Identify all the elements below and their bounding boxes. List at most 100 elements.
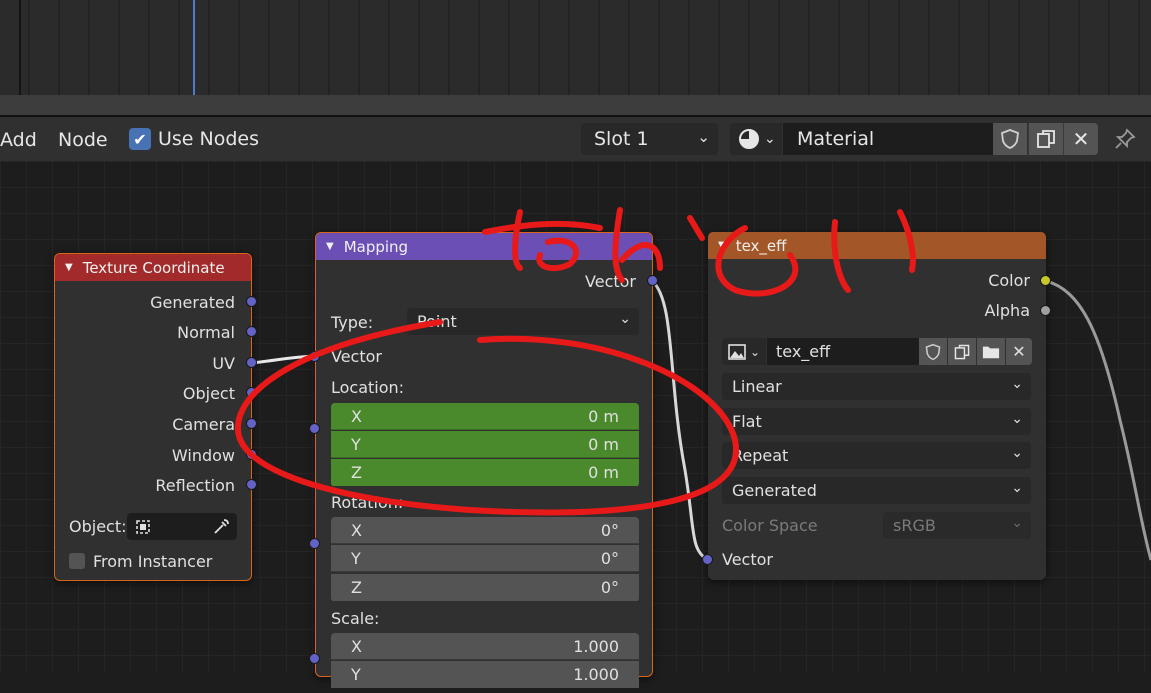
interpolation-value: Linear xyxy=(732,377,782,396)
socket-color-out[interactable] xyxy=(1040,275,1051,286)
color-space-value: sRGB xyxy=(893,516,936,535)
socket-scale-in[interactable] xyxy=(309,653,320,664)
socket-mapping-vector-out[interactable] xyxy=(647,275,658,286)
scale-y-field[interactable]: Y 1.000 xyxy=(331,661,639,688)
object-label: Object: xyxy=(69,517,127,536)
projection-dropdown[interactable]: Flat ⌄ xyxy=(722,408,1031,435)
duplicate-material-button[interactable] xyxy=(1028,123,1063,155)
collapse-triangle-icon[interactable]: ▼ xyxy=(326,241,334,252)
socket-camera[interactable] xyxy=(246,418,257,429)
object-field[interactable] xyxy=(127,513,237,540)
type-value: Point xyxy=(417,312,457,331)
axis-label: Y xyxy=(351,434,361,454)
socket-texture-vector-in[interactable] xyxy=(702,554,713,565)
location-x-value: 0 m xyxy=(588,406,619,426)
output-camera: Camera xyxy=(172,415,235,434)
from-instancer-checkbox[interactable] xyxy=(69,553,85,569)
socket-window[interactable] xyxy=(246,449,257,460)
socket-reflection[interactable] xyxy=(246,479,257,490)
use-nodes-label[interactable]: Use Nodes xyxy=(158,128,259,150)
close-icon: ✕ xyxy=(1072,127,1090,151)
rotation-x-field[interactable]: X 0° xyxy=(331,517,639,544)
color-space-dropdown: sRGB ⌄ xyxy=(883,512,1031,539)
from-instancer-label[interactable]: From Instancer xyxy=(93,552,212,571)
unlink-material-button[interactable]: ✕ xyxy=(1063,123,1098,155)
projection-value: Flat xyxy=(732,412,762,431)
chevron-down-icon: ⌄ xyxy=(1011,445,1023,461)
close-icon: ✕ xyxy=(1012,342,1026,361)
image-name-field[interactable]: tex_eff xyxy=(767,338,919,365)
menu-node[interactable]: Node xyxy=(58,129,108,151)
rotation-y-field[interactable]: Y 0° xyxy=(331,545,639,572)
chevron-down-icon: ⌄ xyxy=(764,131,776,147)
socket-location-in[interactable] xyxy=(309,423,320,434)
socket-generated[interactable] xyxy=(246,296,257,307)
texture-coordinate-header[interactable]: ▼ Texture Coordinate xyxy=(55,254,251,281)
chevron-down-icon: ⌄ xyxy=(1011,480,1023,496)
slot-dropdown[interactable]: Slot 1 ⌄ xyxy=(581,123,718,155)
image-fake-user-button[interactable] xyxy=(919,338,947,365)
slot-value: Slot 1 xyxy=(594,128,649,150)
material-name-field[interactable]: Material xyxy=(783,123,993,155)
image-texture-node[interactable]: ▼ tex_eff Color Alpha ⌄ tex_eff ✕ Linear… xyxy=(708,232,1046,580)
image-open-button[interactable] xyxy=(977,338,1005,365)
output-uv: UV xyxy=(212,354,235,373)
axis-label: X xyxy=(351,406,362,426)
mapping-header[interactable]: ▼ Mapping xyxy=(316,233,652,260)
socket-normal[interactable] xyxy=(246,326,257,337)
socket-alpha-out[interactable] xyxy=(1040,305,1051,316)
axis-label: Z xyxy=(351,578,362,597)
socket-uv[interactable] xyxy=(246,357,257,368)
location-fields: X 0 m Y 0 m Z 0 m xyxy=(331,403,639,487)
menu-add[interactable]: Add xyxy=(0,129,37,151)
location-x-field[interactable]: X 0 m xyxy=(331,403,639,430)
timeline-scrollbar[interactable] xyxy=(0,95,1151,117)
collapse-triangle-icon[interactable]: ▼ xyxy=(718,240,726,251)
socket-mapping-vector-in[interactable] xyxy=(309,351,320,362)
type-label: Type: xyxy=(331,313,374,332)
output-window: Window xyxy=(171,446,235,465)
axis-label: X xyxy=(351,636,362,656)
timeline-area[interactable] xyxy=(0,0,1151,118)
output-vector: Vector xyxy=(585,272,636,291)
axis-label: Z xyxy=(351,463,362,482)
source-dropdown[interactable]: Generated ⌄ xyxy=(722,477,1031,504)
interpolation-dropdown[interactable]: Linear ⌄ xyxy=(722,373,1031,400)
image-duplicate-button[interactable] xyxy=(948,338,976,365)
chevron-down-icon: ⌄ xyxy=(1011,515,1023,531)
duplicate-icon xyxy=(954,344,970,359)
scale-x-field[interactable]: X 1.000 xyxy=(331,633,639,660)
output-color: Color xyxy=(988,271,1030,290)
mapping-node[interactable]: ▼ Mapping Vector Type: Point ⌄ Vector Lo… xyxy=(315,232,653,688)
color-space-label: Color Space xyxy=(722,516,818,535)
fake-user-button[interactable] xyxy=(993,123,1027,155)
material-sphere-icon xyxy=(739,129,759,149)
type-dropdown[interactable]: Point ⌄ xyxy=(407,308,639,335)
texture-coordinate-node[interactable]: ▼ Texture Coordinate Generated Normal UV… xyxy=(54,253,252,581)
material-browse-button[interactable]: ⌄ xyxy=(730,123,782,155)
location-label: Location: xyxy=(331,378,405,397)
use-nodes-checkbox[interactable]: ✔ xyxy=(129,128,151,150)
rotation-z-field[interactable]: Z 0° xyxy=(331,574,639,601)
image-name: tex_eff xyxy=(776,342,831,361)
extension-dropdown[interactable]: Repeat ⌄ xyxy=(722,442,1031,469)
chevron-down-icon: ⌄ xyxy=(750,344,761,359)
image-unlink-button[interactable]: ✕ xyxy=(1006,338,1032,365)
image-texture-header[interactable]: ▼ tex_eff xyxy=(708,232,1046,259)
location-y-field[interactable]: Y 0 m xyxy=(331,431,639,458)
socket-object[interactable] xyxy=(246,387,257,398)
scale-label: Scale: xyxy=(331,609,380,628)
scale-x-value: 1.000 xyxy=(573,636,619,656)
socket-rotation-in[interactable] xyxy=(309,538,320,549)
node-title: tex_eff xyxy=(735,236,787,255)
output-normal: Normal xyxy=(177,323,235,342)
output-alpha: Alpha xyxy=(984,301,1031,320)
location-y-value: 0 m xyxy=(588,434,619,454)
eyedropper-icon[interactable] xyxy=(211,517,231,537)
pin-button[interactable] xyxy=(1110,125,1140,153)
collapse-triangle-icon[interactable]: ▼ xyxy=(65,262,73,273)
location-z-field[interactable]: Z 0 m xyxy=(331,459,639,486)
chevron-down-icon: ⌄ xyxy=(619,311,631,327)
vector-input-label: Vector xyxy=(722,550,773,569)
image-browse-button[interactable]: ⌄ xyxy=(722,338,766,365)
